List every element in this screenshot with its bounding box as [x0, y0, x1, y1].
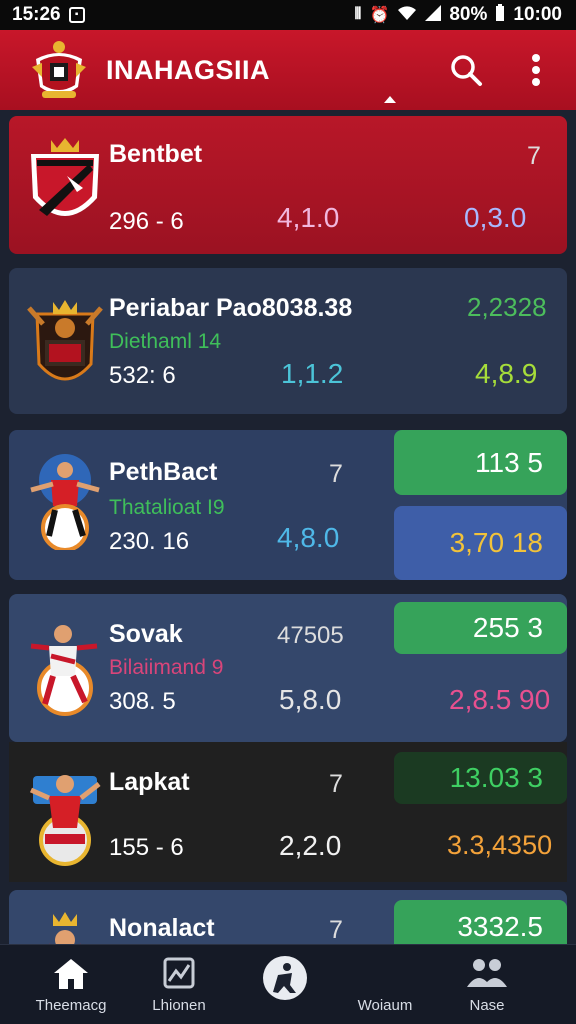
- home-icon: [54, 959, 88, 989]
- odd-top: 255 3: [472, 612, 543, 643]
- match-score: 230. 16: [109, 528, 190, 555]
- status-bar: 15:26 ▪ ⦀ ⏰ 80% 10:00: [0, 0, 576, 30]
- search-button[interactable]: [444, 48, 488, 92]
- odd-right[interactable]: 0,3.0: [464, 202, 526, 234]
- odd-mid[interactable]: 2,2.0: [279, 830, 341, 862]
- player-avatar: [30, 625, 98, 716]
- team-name: Lapkat: [109, 768, 190, 796]
- player-avatar: [30, 454, 100, 550]
- odd-right[interactable]: 3.3,4350: [447, 830, 552, 861]
- battery-icon: [495, 3, 505, 27]
- more-button[interactable]: [514, 48, 558, 92]
- team-name: Periabar Pao8038.38: [109, 294, 353, 322]
- odd-top-button[interactable]: 255 3: [394, 602, 567, 654]
- odd-top[interactable]: 2,2328: [467, 292, 547, 323]
- crest-logo: [32, 41, 86, 98]
- chart-icon: [163, 957, 195, 989]
- match-score: 532: 6: [109, 362, 176, 389]
- odd-right[interactable]: 4,8.9: [475, 358, 537, 390]
- team-name: Sovak: [109, 620, 183, 648]
- odd-top: 3332.5: [457, 911, 543, 942]
- match-card[interactable]: Periabar Pao8038.38 2,2328 Diethaml 14 5…: [9, 268, 567, 414]
- match-card[interactable]: Sovak 47505 255 3 Bilaiimand 9 308. 5 5,…: [9, 594, 567, 742]
- status-time: 15:26: [12, 4, 61, 25]
- match-card[interactable]: PethBact 7 113 5 Thatalioat I9 230. 16 4…: [9, 430, 567, 580]
- nav-label: Lhionen: [152, 997, 206, 1014]
- more-vert-icon: [532, 54, 540, 86]
- match-list[interactable]: Bentbet 7 296 - 6 4,1.0 0,3.0 Periabar P…: [0, 110, 576, 944]
- odd-top: 13.03 3: [449, 762, 543, 793]
- odd-right: 3,70 18: [449, 527, 543, 558]
- odd-top-button[interactable]: 113 5: [394, 430, 567, 495]
- bottom-navigation: Theemacg Lhionen Woiaum Nase: [0, 944, 576, 1024]
- match-card[interactable]: Bentbet 7 296 - 6 4,1.0 0,3.0: [9, 116, 567, 254]
- odd-top-button[interactable]: 3332.5: [394, 900, 567, 944]
- app-title: INAHAGSIIA: [106, 54, 271, 85]
- nav-center[interactable]: [230, 945, 340, 1024]
- nav-label: Woiaum: [357, 997, 413, 1014]
- match-card[interactable]: Lapkat 7 13.03 3 155 - 6 2,2.0 3.3,4350: [9, 742, 567, 882]
- signal-icon: [425, 4, 442, 26]
- match-tag: 47505: [277, 622, 344, 649]
- search-icon: [451, 55, 482, 86]
- match-card[interactable]: Nonalact 7 3332.5: [9, 890, 567, 944]
- odd-top: 113 5: [475, 446, 543, 478]
- nav-label: Nase: [469, 997, 505, 1014]
- group-icon: [467, 959, 507, 987]
- battery-percent: 80%: [449, 4, 488, 25]
- player-avatar: [29, 775, 101, 866]
- app-bar: INAHAGSIIA: [0, 30, 576, 110]
- caret-indicator: [384, 96, 396, 103]
- notification-icon: ▪: [68, 7, 85, 23]
- odd-right-button[interactable]: 3,70 18: [394, 506, 567, 580]
- match-subtitle: Bilaiimand 9: [109, 656, 224, 679]
- match-tag: 7: [329, 460, 343, 488]
- match-subtitle: Diethaml 14: [109, 330, 222, 353]
- match-score: 296 - 6: [109, 208, 184, 235]
- status-clock: 10:00: [513, 4, 562, 25]
- match-tag: 7: [527, 142, 541, 170]
- odd-top-button[interactable]: 13.03 3: [394, 752, 567, 804]
- nav-woiaum[interactable]: Woiaum: [330, 945, 440, 1024]
- odd-mid[interactable]: 1,1.2: [281, 358, 343, 390]
- player-avatar: [49, 912, 81, 944]
- team-name: PethBact: [109, 458, 218, 486]
- nav-groups[interactable]: Nase: [432, 945, 542, 1024]
- odd-mid[interactable]: 4,8.0: [277, 522, 339, 554]
- team-mascot-logo: [27, 300, 103, 381]
- team-name: Bentbet: [109, 140, 203, 168]
- odd-right[interactable]: 2,8.5 90: [449, 684, 550, 716]
- alarm-icon: ⏰: [369, 7, 390, 24]
- match-score: 155 - 6: [109, 834, 184, 861]
- match-tag: 7: [329, 770, 343, 798]
- match-subtitle: Thatalioat I9: [109, 496, 225, 519]
- odd-mid[interactable]: 4,1.0: [277, 202, 339, 234]
- player-icon: [263, 956, 307, 1000]
- odd-mid[interactable]: 5,8.0: [279, 684, 341, 716]
- nav-stats[interactable]: Lhionen: [124, 945, 234, 1024]
- match-score: 308. 5: [109, 688, 176, 715]
- team-shield-logo: [31, 138, 99, 216]
- vibrate-icon: ⦀: [354, 6, 362, 23]
- nav-label: Theemacg: [35, 997, 107, 1014]
- nav-home[interactable]: Theemacg: [16, 945, 126, 1024]
- match-tag: 7: [329, 916, 343, 944]
- wifi-icon: [397, 5, 417, 26]
- team-name: Nonalact: [109, 914, 215, 942]
